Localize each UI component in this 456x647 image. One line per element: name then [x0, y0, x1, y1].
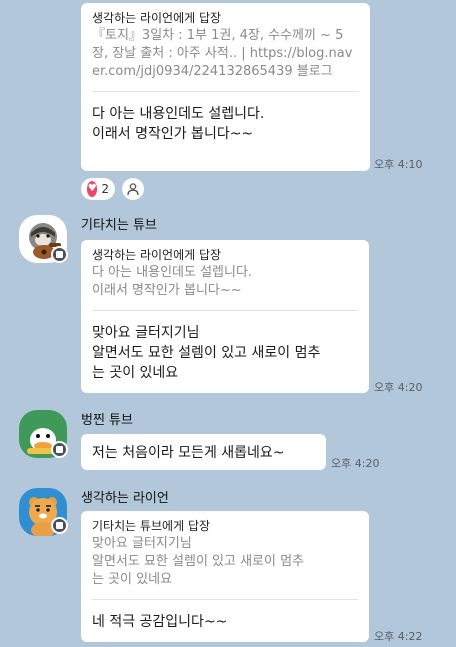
message-time: 오후 4:10	[374, 158, 423, 171]
reaction-pill[interactable]: ♥ 2	[81, 178, 115, 200]
kakao-badge-icon	[51, 517, 68, 534]
message-bubble[interactable]: 생각하는 라이언에게 답장 『토지』3일차 : 1부 1권, 4장, 수수께끼 …	[81, 3, 370, 171]
divider	[92, 310, 358, 311]
message-text: 네 적극 공감입니다~~	[92, 614, 228, 630]
sender-name[interactable]: 벙찐 튜브	[81, 409, 133, 428]
reaction-count: 2	[101, 182, 109, 196]
message-bubble[interactable]: 생각하는 라이언에게 답장 다 아는 내용인데도 설렙니다. 이래서 명작인가 …	[81, 240, 369, 393]
message-text: 저는 처음이라 모든게 새롭네요~	[92, 445, 285, 461]
message-bubble[interactable]: 기타치는 튜브에게 답장 맞아요 글터지기님 알면서도 묘한 설렘이 있고 새로…	[81, 511, 369, 642]
message-time: 오후 4:22	[374, 630, 423, 643]
person-icon	[127, 183, 139, 196]
divider	[92, 91, 359, 92]
kakao-badge-icon	[51, 246, 68, 263]
message-bubble[interactable]: 저는 처음이라 모든게 새롭네요~	[81, 434, 326, 470]
quoted-text[interactable]: 다 아는 내용인데도 설렙니다. 이래서 명작인가 봅니다~~	[92, 264, 358, 300]
quoted-text[interactable]: 맞아요 글터지기님 알면서도 묘한 설렘이 있고 새로이 멈추 는 곳이 있네요	[92, 535, 358, 589]
message-time: 오후 4:20	[331, 457, 380, 470]
message-text: 다 아는 내용인데도 설렙니다. 이래서 명작인가 봅니다~~	[92, 106, 265, 142]
reply-header: 생각하는 라이언에게 답장	[92, 11, 222, 25]
add-reaction-button[interactable]	[122, 178, 144, 200]
reply-header: 생각하는 라이언에게 답장	[92, 248, 222, 262]
divider	[92, 599, 358, 600]
message-time: 오후 4:20	[374, 381, 423, 394]
sender-name[interactable]: 생각하는 라이언	[81, 487, 169, 506]
sender-name[interactable]: 기타치는 튜브	[81, 214, 157, 233]
quoted-text[interactable]: 『토지』3일차 : 1부 1권, 4장, 수수께끼 ~ 5장, 장날 출처 : …	[92, 27, 359, 81]
heart-icon: ♥	[87, 181, 98, 197]
reply-header: 기타치는 튜브에게 답장	[92, 519, 211, 533]
kakao-badge-icon	[51, 441, 68, 458]
message-text: 맞아요 글터지기님 알면서도 묘한 설렘이 있고 새로이 멈추 는 곳이 있네요	[92, 325, 321, 381]
